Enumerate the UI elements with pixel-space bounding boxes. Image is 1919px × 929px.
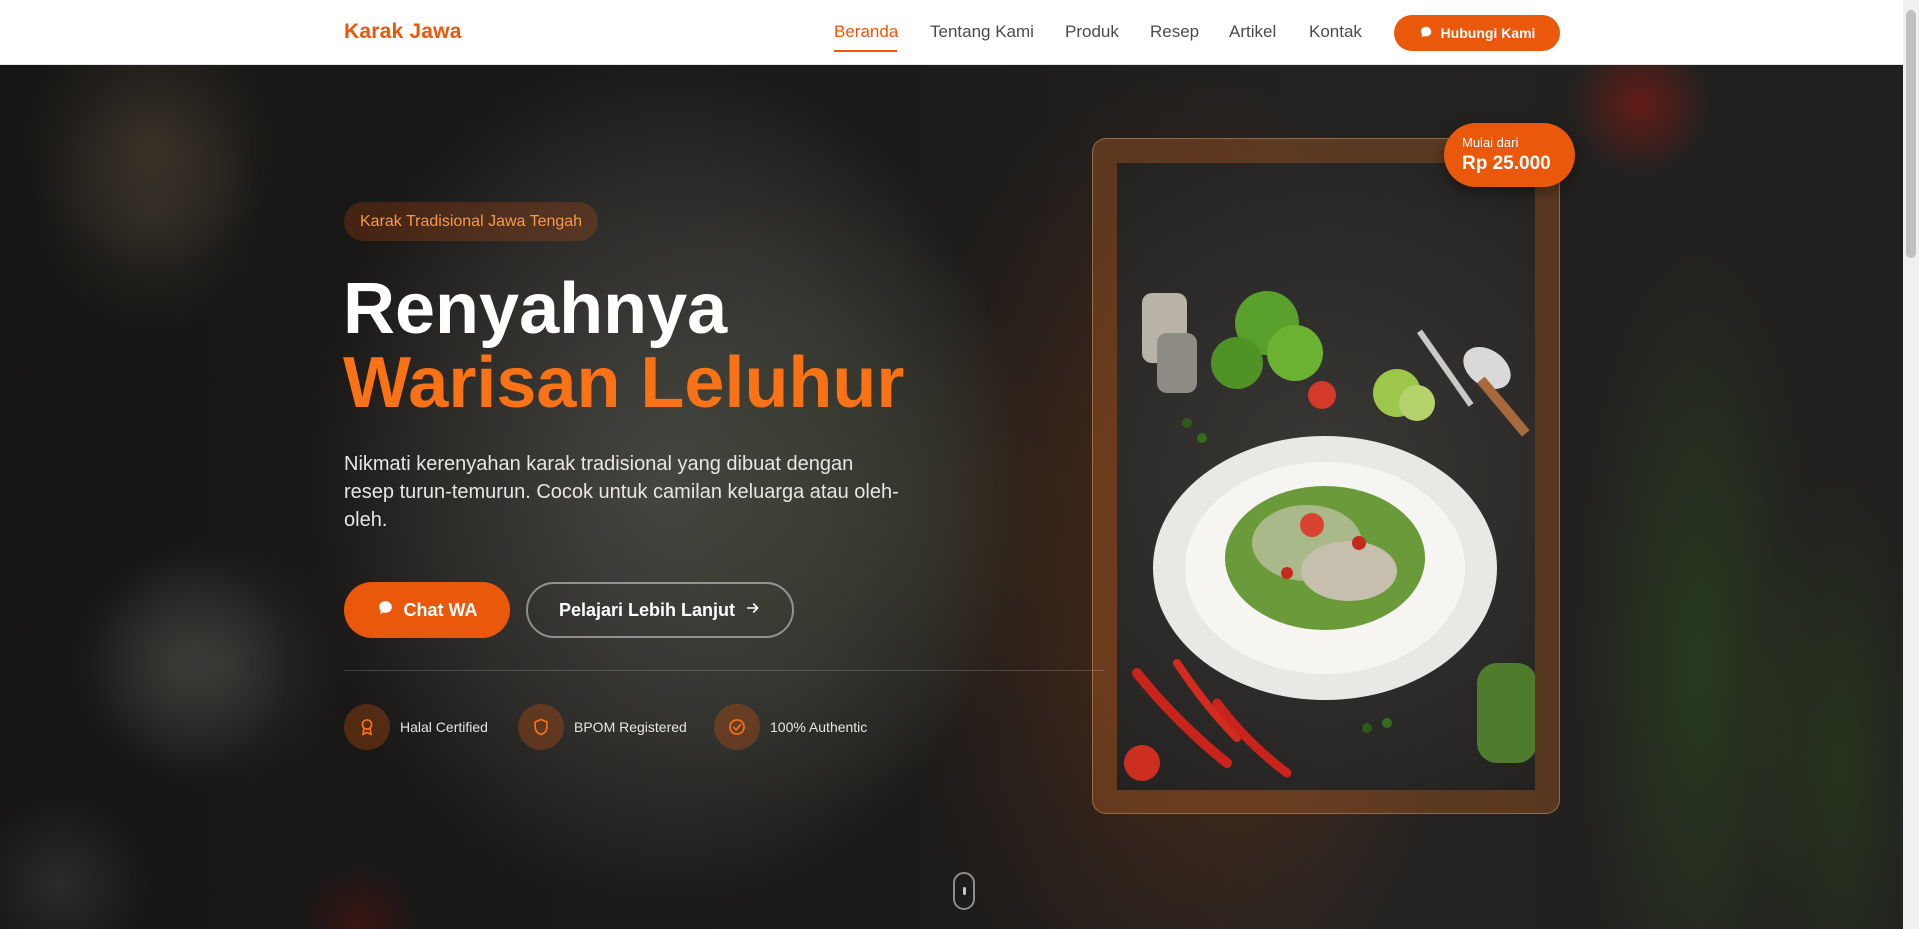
- feature-bpom: BPOM Registered: [518, 704, 687, 750]
- nav-link-produk[interactable]: Produk: [1065, 22, 1119, 42]
- chat-wa-label: Chat WA: [403, 599, 478, 620]
- hero-divider: [344, 670, 1104, 671]
- price-label: Mulai dari: [1462, 135, 1519, 150]
- chat-wa-button[interactable]: Chat WA: [344, 582, 510, 638]
- hero-food-photo: [1117, 163, 1535, 790]
- price-badge: Mulai dari Rp 25.000: [1444, 123, 1575, 187]
- chat-bubble-icon: [1419, 25, 1433, 42]
- hero-section: Mulai dari Rp 25.000 Karak Tradisional J…: [0, 64, 1903, 929]
- hero-title-line1: Renyahnya: [343, 269, 728, 349]
- navbar: Karak Jawa Beranda Tentang Kami Produk R…: [0, 0, 1903, 65]
- feature-halal: Halal Certified: [344, 704, 488, 750]
- scrollbar-thumb[interactable]: [1906, 10, 1916, 258]
- check-circle-icon: [714, 704, 760, 750]
- nav-link-artikel[interactable]: Artikel: [1229, 22, 1276, 42]
- hero-title-line2: Warisan Leluhur: [343, 343, 905, 423]
- nav-link-beranda[interactable]: Beranda: [834, 22, 898, 42]
- hubungi-kami-button[interactable]: Hubungi Kami: [1394, 15, 1560, 51]
- hero-overlay: [0, 64, 1903, 929]
- nav-link-tentang-kami[interactable]: Tentang Kami: [930, 22, 1034, 42]
- learn-more-label: Pelajari Lebih Lanjut: [558, 599, 736, 620]
- scroll-down-indicator[interactable]: [953, 872, 975, 910]
- arrow-right-icon: [745, 600, 761, 621]
- hubungi-kami-label: Hubungi Kami: [1440, 25, 1536, 41]
- feature-label: Halal Certified: [400, 719, 488, 735]
- shield-icon: [518, 704, 564, 750]
- page-scrollbar[interactable]: [1903, 0, 1919, 929]
- nav-link-resep[interactable]: Resep: [1150, 22, 1199, 42]
- nav-link-kontak[interactable]: Kontak: [1309, 22, 1362, 42]
- feature-authentic: 100% Authentic: [714, 704, 867, 750]
- price-value: Rp 25.000: [1462, 153, 1551, 174]
- feature-label: BPOM Registered: [574, 719, 687, 735]
- scroll-indicator-dot: [963, 887, 966, 895]
- brand-logo[interactable]: Karak Jawa: [344, 20, 462, 44]
- hero-description: Nikmati kerenyahan karak tradisional yan…: [344, 453, 899, 531]
- learn-more-button[interactable]: Pelajari Lebih Lanjut: [526, 582, 794, 638]
- hero-tag-badge: Karak Tradisional Jawa Tengah: [344, 202, 599, 241]
- chat-bubble-icon: [377, 599, 394, 621]
- nav-active-indicator: [834, 50, 897, 52]
- award-ribbon-icon: [344, 704, 390, 750]
- feature-label: 100% Authentic: [770, 719, 868, 735]
